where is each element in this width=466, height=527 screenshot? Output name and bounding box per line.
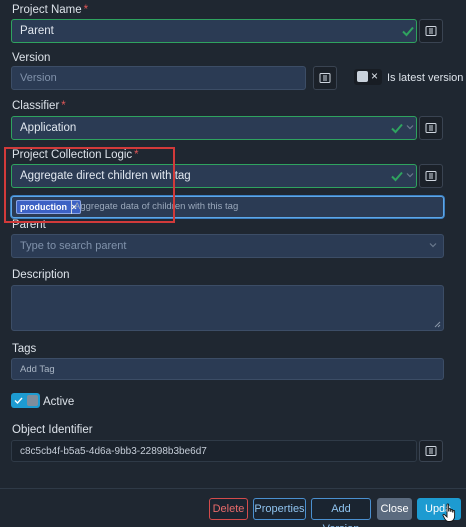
object-identifier-api-key-button[interactable] <box>419 440 443 462</box>
parent-search-select[interactable]: Type to search parent <box>11 234 444 258</box>
highlight-annotation-box <box>4 147 175 223</box>
project-name-label: Project Name * <box>12 4 89 16</box>
active-toggle[interactable] <box>11 393 40 408</box>
version-label: Version <box>12 52 51 64</box>
description-label: Description <box>12 269 70 281</box>
resize-handle-icon[interactable] <box>434 321 441 328</box>
tags-label: Tags <box>12 343 37 355</box>
project-name-input[interactable]: Parent <box>11 19 417 43</box>
cursor-hand-icon <box>442 503 456 522</box>
toggle-check-icon <box>14 397 23 405</box>
valid-checkmark-icon <box>391 171 403 182</box>
object-identifier-field: c8c5cb4f-b5a5-4d6a-9bb3-22898b3be6d7 <box>11 440 417 462</box>
toggle-knob <box>357 71 368 82</box>
collection-logic-api-key-button[interactable] <box>419 164 443 188</box>
api-key-icon <box>425 446 437 456</box>
chevron-down-icon <box>406 173 414 178</box>
project-name-api-key-button[interactable] <box>419 19 443 43</box>
is-latest-version-toggle[interactable]: × <box>354 69 382 85</box>
chevron-down-icon <box>406 125 414 130</box>
delete-button[interactable]: Delete <box>209 498 248 520</box>
add-version-button[interactable]: Add Version <box>311 498 371 527</box>
is-latest-version-label: Is latest version <box>387 72 464 84</box>
classifier-api-key-button[interactable] <box>419 116 443 140</box>
valid-checkmark-icon <box>391 123 403 134</box>
api-key-icon <box>425 171 437 181</box>
object-identifier-label: Object Identifier <box>12 424 93 436</box>
api-key-icon <box>425 26 437 36</box>
classifier-label: Classifier * <box>12 100 66 112</box>
tags-input[interactable]: Add Tag <box>11 358 444 380</box>
footer-divider <box>0 488 466 489</box>
api-key-icon <box>425 123 437 133</box>
toggle-knob <box>27 395 38 406</box>
close-button[interactable]: Close <box>377 498 412 520</box>
project-details-dialog: Project Name * Parent Version Version × I… <box>0 0 466 527</box>
version-api-key-button[interactable] <box>313 66 337 90</box>
version-input[interactable]: Version <box>11 66 306 90</box>
classifier-select[interactable]: Application <box>11 116 417 140</box>
chevron-down-icon <box>429 243 437 248</box>
api-key-icon <box>319 73 331 83</box>
valid-checkmark-icon <box>402 26 414 37</box>
active-label: Active <box>43 396 75 408</box>
properties-button[interactable]: Properties <box>253 498 306 520</box>
toggle-off-x-icon: × <box>371 69 379 83</box>
description-textarea[interactable] <box>11 285 444 331</box>
